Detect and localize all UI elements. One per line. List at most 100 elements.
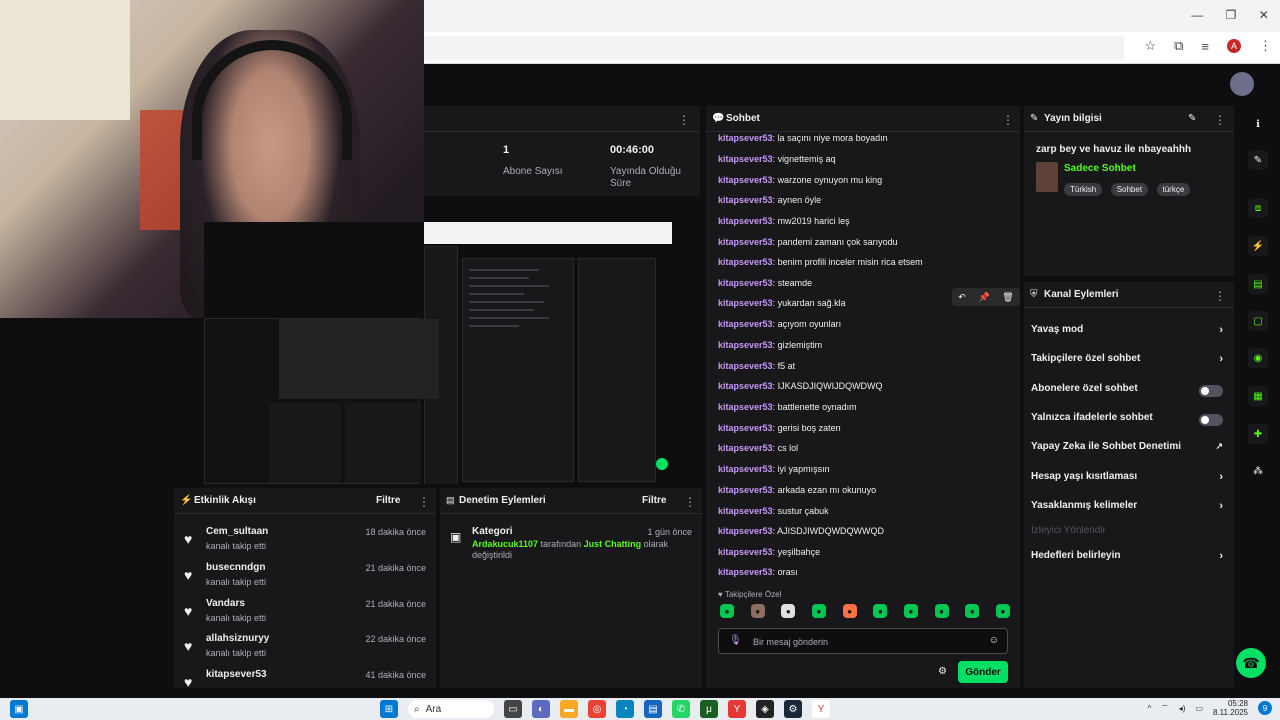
bookmark-star-icon[interactable]: ☆ — [1144, 38, 1156, 54]
emote-icon[interactable]: ● — [811, 604, 826, 618]
widgets-icon[interactable]: ▣ — [10, 700, 28, 718]
chat-username[interactable]: kitapsever53 — [718, 154, 773, 164]
chat-message[interactable]: kitapsever53: warzone oynuyon mu king — [718, 175, 1008, 185]
filter-button[interactable]: Filtre — [642, 495, 666, 506]
chat-username[interactable]: kitapsever53 — [718, 133, 773, 143]
emotes-only-toggle[interactable] — [1199, 414, 1223, 426]
chat-message[interactable]: kitapsever53: mw2019 harici leş — [718, 216, 1008, 226]
url-field[interactable] — [424, 36, 1124, 60]
chat-username[interactable]: kitapsever53 — [718, 216, 773, 226]
moderation-icon[interactable]: ⧈ — [1248, 198, 1268, 218]
chat-icon[interactable]: ▢ — [1248, 311, 1268, 331]
emote-icon[interactable]: ● — [965, 604, 980, 618]
feed-user[interactable]: allahsiznuryy — [206, 633, 269, 644]
send-button[interactable]: Gönder — [958, 661, 1008, 683]
stream-preview[interactable] — [204, 222, 672, 484]
mod-actor[interactable]: Ardakucuk1107 — [472, 539, 538, 549]
chat-message[interactable]: kitapsever53: iyi yapmışsın — [718, 464, 1008, 474]
chat-username[interactable]: kitapsever53 — [718, 485, 773, 495]
tag[interactable]: Türkish — [1064, 183, 1103, 196]
action-account-age[interactable]: Hesap yaşı kısıtlaması › — [1031, 471, 1227, 487]
chat-message[interactable]: kitapsever53: yeşilbahçe — [718, 547, 1008, 557]
chat-username[interactable]: kitapsever53 — [718, 257, 773, 267]
chat-message[interactable]: kitapsever53: vignettemiş aq — [718, 154, 1008, 164]
more-options-icon[interactable]: ⋮ — [1002, 113, 1014, 127]
chat-message[interactable]: kitapsever53: pandemi zamanı çok sarıyod… — [718, 237, 1008, 247]
document-icon[interactable]: ▤ — [1248, 274, 1268, 294]
action-slow-mode[interactable]: Yavaş mod › — [1031, 324, 1227, 340]
mod-category[interactable]: Just Chatting — [584, 539, 642, 549]
browser-menu-icon[interactable]: ⋮ — [1259, 38, 1272, 54]
chat-username[interactable]: kitapsever53 — [718, 319, 773, 329]
emote-icon[interactable]: ● — [720, 604, 734, 618]
chat-username[interactable]: kitapsever53 — [718, 526, 773, 536]
whatsapp-icon[interactable]: ✆ — [672, 700, 690, 718]
chat-message[interactable]: kitapsever53: sustur çabuk — [718, 506, 1008, 516]
minimize-icon[interactable]: — — [1191, 8, 1203, 22]
extensions-icon[interactable]: ⧉ — [1174, 38, 1183, 54]
browser-profile-icon[interactable]: A — [1227, 39, 1241, 53]
chat-message[interactable]: kitapsever53: gizlemiştim — [718, 340, 1008, 350]
chat-username[interactable]: kitapsever53 — [718, 298, 773, 308]
chat-username[interactable]: kitapsever53 — [718, 402, 773, 412]
chat-message[interactable]: kitapsever53: açıyom oyunları — [718, 319, 1008, 329]
chat-message[interactable]: kitapsever53: IJKASDJIQWIJDQWDWQ — [718, 381, 1008, 391]
chat-username[interactable]: kitapsever53 — [718, 381, 773, 391]
emote-icon[interactable]: ● — [842, 604, 857, 618]
stream-category[interactable]: Sadece Sohbet — [1064, 163, 1136, 174]
layout-icon[interactable]: ▦ — [1248, 386, 1268, 406]
yandex-browser-icon[interactable]: Y — [812, 700, 830, 718]
chat-username[interactable]: kitapsever53 — [718, 237, 773, 247]
more-options-icon[interactable]: ⋮ — [418, 495, 430, 509]
wrench-icon[interactable]: ✚ — [1248, 424, 1268, 444]
clock[interactable]: 05:28 8.11.2025 — [1213, 699, 1248, 717]
chat-message[interactable]: kitapsever53: f5 at — [718, 361, 1008, 371]
more-options-icon[interactable]: ⋮ — [678, 113, 690, 127]
edge-icon[interactable]: ◔ — [616, 700, 634, 718]
avatar[interactable] — [1230, 72, 1254, 96]
chat-username[interactable]: kitapsever53 — [718, 567, 773, 577]
chat-username[interactable]: kitapsever53 — [718, 443, 773, 453]
action-followers-only[interactable]: Takipçilere özel sohbet › — [1031, 353, 1227, 369]
chat-username[interactable]: kitapsever53 — [718, 278, 773, 288]
edit-icon[interactable]: ✎ — [1188, 113, 1196, 124]
chat-message-input[interactable]: 🎙 Bir mesaj gönderin ☺ — [718, 628, 1008, 654]
edit-icon[interactable]: ✎ — [1248, 150, 1268, 170]
emoji-icon[interactable]: ☺ — [989, 635, 999, 646]
reply-icon[interactable]: ↶ — [958, 292, 966, 303]
task-view-icon[interactable]: ▭ — [504, 700, 522, 718]
emote-icon[interactable]: ● — [903, 604, 918, 618]
media-icon[interactable]: ≡ — [1201, 39, 1209, 54]
discord-icon[interactable]: ◐ — [532, 700, 550, 718]
action-banned-words[interactable]: Yasaklanmış kelimeler › — [1031, 500, 1227, 516]
chat-message[interactable]: kitapsever53: cs lol — [718, 443, 1008, 453]
chat-username[interactable]: kitapsever53 — [718, 175, 773, 185]
chat-message[interactable]: kitapsever53: AJISDJIWDQWDQWWQD — [718, 526, 1008, 536]
info-icon[interactable]: ℹ — [1248, 114, 1268, 134]
network-icon[interactable]: ⌔ — [1161, 703, 1169, 713]
start-icon[interactable]: ⊞ — [380, 700, 398, 718]
restore-icon[interactable]: ❐ — [1226, 8, 1237, 22]
chat-message[interactable]: kitapsever53: orası — [718, 567, 1008, 577]
chat-message[interactable]: kitapsever53: arkada ezan mı okunuyo — [718, 485, 1008, 495]
help-chat-button[interactable]: ☎ — [1236, 648, 1266, 678]
folder-icon[interactable]: ▬ — [560, 700, 578, 718]
chat-message[interactable]: kitapsever53: benim profili inceler misi… — [718, 257, 1008, 267]
emote-icon[interactable]: ● — [781, 604, 796, 618]
chat-username[interactable]: kitapsever53 — [718, 361, 773, 371]
game-icon[interactable]: ◈ — [756, 700, 774, 718]
subscribers-only-toggle[interactable] — [1199, 385, 1223, 397]
more-options-icon[interactable]: ⋮ — [1214, 113, 1226, 127]
chat-message[interactable]: kitapsever53: aynen öyle — [718, 195, 1008, 205]
chat-username[interactable]: kitapsever53 — [718, 423, 773, 433]
emote-icon[interactable]: ● — [995, 604, 1010, 618]
more-options-icon[interactable]: ⋮ — [1214, 289, 1226, 303]
feed-user[interactable]: busecnndgn — [206, 562, 265, 573]
emote-icon[interactable]: ● — [873, 604, 888, 618]
close-icon[interactable]: ✕ — [1259, 8, 1269, 22]
chat-username[interactable]: kitapsever53 — [718, 506, 773, 516]
chat-username[interactable]: kitapsever53 — [718, 547, 773, 557]
bolt-icon[interactable]: ⚡ — [1248, 236, 1268, 256]
microphone-icon[interactable]: 🎙 — [729, 635, 742, 646]
chat-message[interactable]: kitapsever53: la saçını niye mora boyadı… — [718, 133, 1008, 143]
